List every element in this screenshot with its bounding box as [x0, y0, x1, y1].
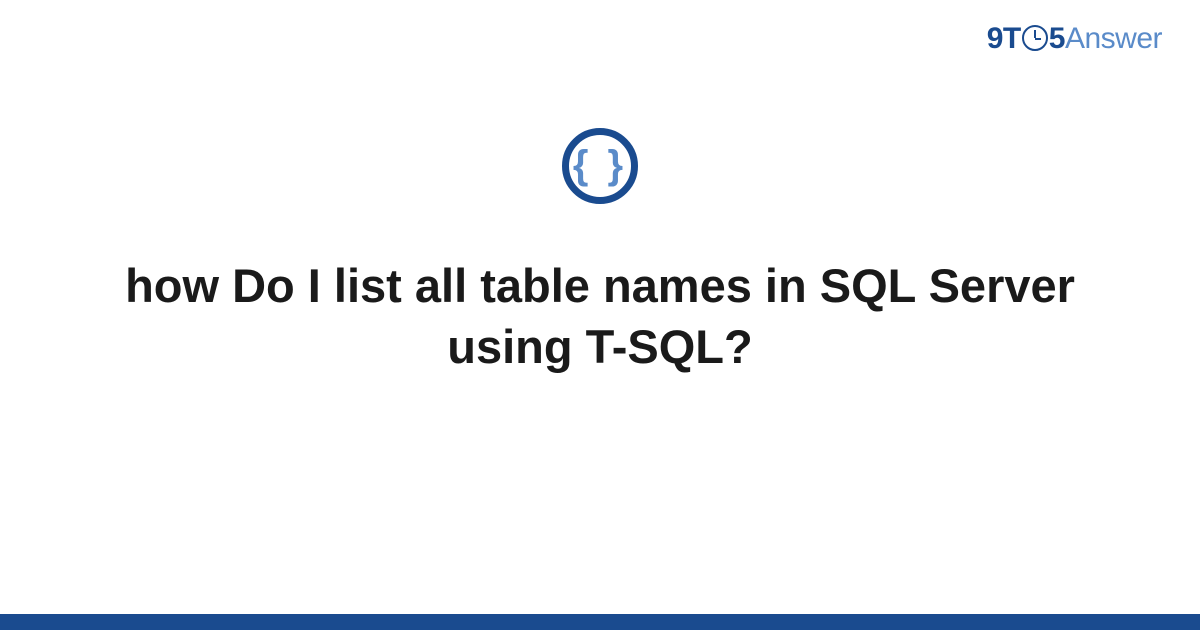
question-title: how Do I list all table names in SQL Ser… [60, 255, 1140, 377]
clock-icon [1022, 25, 1048, 51]
logo-text-answer: Answer [1065, 22, 1162, 55]
braces-glyph: { } [573, 145, 627, 185]
footer-bar [0, 614, 1200, 630]
site-logo: 9T 5Answer [987, 22, 1162, 56]
logo-text-9t: 9T [987, 22, 1021, 55]
logo-text-5: 5 [1049, 22, 1065, 55]
code-braces-icon: { } [562, 128, 638, 204]
